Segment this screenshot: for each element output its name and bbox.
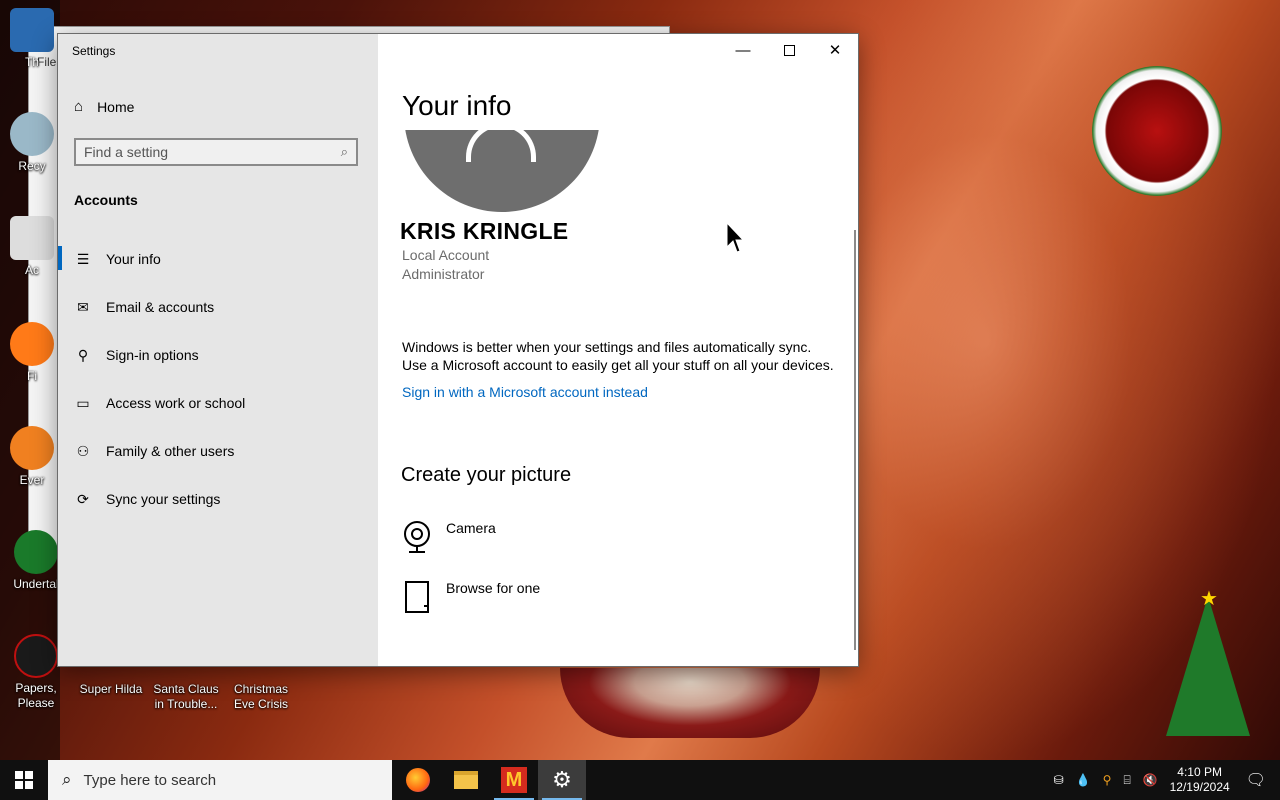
file-icon	[402, 580, 432, 616]
desktop-icon-santa-claus[interactable]: Santa Claus in Trouble...	[148, 682, 224, 712]
nav-home-label: Home	[97, 98, 135, 115]
firefox-icon	[10, 322, 54, 366]
taskbar: ⌕ Type here to search M ⚙ ⛁ 💧 ⚲ ⌸ 🔇 4:10…	[0, 760, 1280, 800]
desktop-icon-label: Recy	[18, 159, 46, 173]
gear-icon: ⚙	[552, 767, 572, 792]
sync-text-line-2: Use a Microsoft account to easily get al…	[402, 357, 834, 373]
christmas-clock-gadget[interactable]	[1092, 66, 1222, 196]
nav-item-family-users[interactable]: ⚇ Family & other users	[74, 439, 235, 463]
key-icon: ⚲	[77, 346, 89, 363]
desktop-icon-label: Undertal	[13, 577, 59, 591]
desktop-icon-label: Ever	[19, 473, 45, 487]
browse-option-label: Browse for one	[446, 580, 541, 596]
sync-icon: ⟳	[77, 490, 89, 507]
search-icon: ⌕	[340, 144, 348, 159]
person-card-icon: ☰	[76, 250, 90, 267]
sync-text-line-1: Windows is better when your settings and…	[402, 339, 812, 355]
home-icon: ⌂	[74, 98, 84, 115]
windows-logo-icon	[15, 771, 33, 789]
taskbar-file-explorer[interactable]	[442, 760, 490, 800]
search-tray-icon[interactable]: ⚲	[1103, 773, 1112, 787]
tree-star-icon: ★	[1200, 588, 1218, 610]
taskbar-settings[interactable]: ⚙	[538, 760, 586, 800]
nav-item-email-accounts[interactable]: ✉ Email & accounts	[74, 295, 214, 319]
desktop-icon-label: Papers, Please	[15, 681, 57, 710]
create-picture-heading: Create your picture	[401, 464, 572, 486]
taskbar-mcdonalds-app[interactable]: M	[490, 760, 538, 800]
nav-item-label: Sync your settings	[106, 491, 221, 507]
find-setting-input[interactable]: Find a setting ⌕	[74, 138, 358, 166]
active-indicator	[58, 246, 62, 270]
desktop-icon-label: Th	[24, 55, 39, 69]
nav-item-sync-settings[interactable]: ⟳ Sync your settings	[74, 487, 220, 511]
user-avatar	[404, 130, 600, 212]
settings-nav-pane: Settings ⌂ Home Find a setting ⌕ Account…	[58, 34, 378, 666]
page-title: Your info	[402, 90, 512, 121]
christmas-tree-gadget[interactable]	[1166, 596, 1250, 736]
window-title: Settings	[72, 44, 116, 58]
app-icon	[10, 426, 54, 470]
papers-please-icon	[14, 634, 58, 678]
search-icon: ⌕	[62, 770, 72, 789]
desktop-icon-super-hilda[interactable]: Super Hilda	[73, 682, 149, 697]
find-setting-placeholder: Find a setting	[84, 144, 169, 160]
mouse-cursor-icon	[726, 222, 742, 253]
nav-item-label: Family & other users	[106, 443, 235, 459]
dropbox-tray-icon[interactable]: 💧	[1076, 773, 1091, 787]
clock-time: 4:10 PM	[1177, 765, 1222, 779]
desktop-icon-label: Fi	[27, 369, 37, 383]
taskbar-search-box[interactable]: ⌕ Type here to search	[48, 760, 392, 800]
recycle-bin-icon	[10, 112, 54, 156]
camera-option[interactable]: Camera	[402, 520, 496, 556]
desktop-icon-label: Santa Claus in Trouble...	[153, 682, 219, 711]
account-type: Local Account	[402, 247, 490, 263]
settings-window[interactable]: Settings ⌂ Home Find a setting ⌕ Account…	[58, 34, 858, 666]
nav-home[interactable]: ⌂ Home	[74, 98, 134, 115]
desktop-icon-label: Christmas Eve Crisis	[233, 682, 288, 711]
camera-option-label: Camera	[446, 520, 496, 536]
nav-item-access-work[interactable]: ▭ Access work or school	[74, 391, 245, 415]
your-info-page: Your info KRIS KRINGLE Local Account Adm…	[378, 34, 858, 666]
volume-muted-icon[interactable]: 🔇	[1143, 773, 1158, 787]
desktop-icon-label: Super Hilda	[79, 682, 143, 696]
account-role: Administrator	[402, 266, 485, 282]
taskbar-search-placeholder: Type here to search	[83, 771, 217, 789]
clock-date: 12/19/2024	[1169, 780, 1230, 794]
desktop-icon-label: Ac	[24, 263, 39, 277]
nav-item-label: Your info	[106, 251, 161, 267]
nav-item-label: Email & accounts	[106, 299, 215, 315]
taskbar-firefox[interactable]	[394, 760, 442, 800]
scrollbar[interactable]	[854, 230, 856, 650]
nav-item-label: Access work or school	[106, 395, 246, 411]
wifi-icon[interactable]: ⌸	[1123, 773, 1130, 788]
nav-item-your-info[interactable]: ☰ Your info	[74, 247, 161, 271]
person-add-icon: ⚇	[76, 442, 90, 459]
undertale-icon	[14, 530, 58, 574]
system-tray: ⛁ 💧 ⚲ ⌸ 🔇 4:10 PM 12/19/2024 🗨	[1048, 760, 1280, 800]
app-icon	[10, 216, 54, 260]
wallpaper-mouth	[560, 668, 820, 738]
app-icon	[10, 8, 54, 52]
network-tray-icon[interactable]: ⛁	[1054, 773, 1064, 787]
microsoft-account-link[interactable]: Sign in with a Microsoft account instead	[402, 384, 648, 400]
mail-icon: ✉	[77, 298, 89, 315]
camera-icon	[402, 520, 432, 556]
browse-option[interactable]: Browse for one	[402, 580, 540, 616]
avatar-head-outline	[466, 130, 536, 162]
sync-description: Windows is better when your settings and…	[402, 338, 852, 374]
nav-item-sign-in-options[interactable]: ⚲ Sign-in options	[74, 343, 199, 367]
nav-item-label: Sign-in options	[106, 347, 199, 363]
briefcase-icon: ▭	[76, 394, 90, 411]
folder-icon	[454, 771, 478, 789]
notification-icon[interactable]: 🗨	[1246, 770, 1266, 790]
start-button[interactable]	[0, 760, 48, 800]
firefox-icon	[406, 768, 430, 792]
user-name: KRIS KRINGLE	[400, 218, 569, 244]
mcdonalds-icon: M	[501, 767, 527, 793]
section-heading: Accounts	[74, 192, 138, 208]
desktop-icon-christmas-eve-crisis[interactable]: Christmas Eve Crisis	[223, 682, 299, 712]
clock[interactable]: 4:10 PM 12/19/2024	[1170, 765, 1230, 795]
